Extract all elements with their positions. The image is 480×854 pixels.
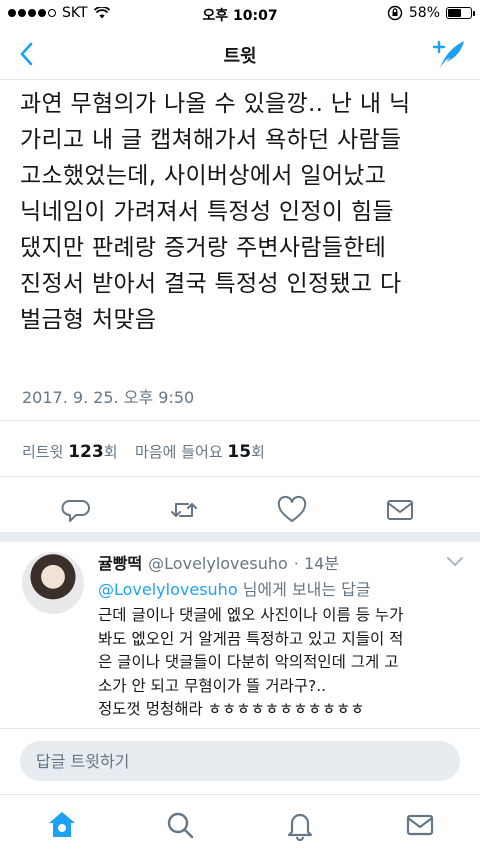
reply-composer [0,728,480,794]
tweet-text: 과연 무혐의가 나올 수 있을깡.. 난 내 닉 가리고 내 글 캡쳐해가서 욕… [20,91,411,333]
reply-time: · 14분 [293,554,340,573]
status-bar: SKT 오후 10:07 58% [0,0,480,28]
messages-icon[interactable] [404,809,436,841]
like-count-link[interactable]: 마음에 들어요 15 회 [135,441,265,462]
chevron-down-icon[interactable] [446,554,464,568]
tweet-actions [0,488,480,532]
retweet-label: 리트윗 [22,443,64,461]
message-icon[interactable] [384,494,416,526]
rotation-lock-icon [387,5,403,21]
like-count: 15 [227,441,252,462]
reply-text: 근데 글이나 댓글에 엢오 사진이나 이름 등 누가 봐도 엢오인 거 알게끔 … [98,606,404,718]
divider [0,420,480,421]
home-icon[interactable] [46,809,78,841]
reply-author-name[interactable]: 귤빵떡 [98,550,142,574]
tab-bar [0,794,480,854]
section-gap [0,532,480,542]
like-unit: 회 [251,443,265,461]
retweet-count: 123 [68,441,104,462]
nav-bar: 트윗 [0,28,480,80]
reply-to-suffix: 님에게 보내는 답글 [237,580,371,599]
reply-input[interactable] [20,741,460,781]
battery-percent: 58% [408,5,440,21]
search-icon[interactable] [164,809,196,841]
notifications-icon[interactable] [284,809,316,841]
retweet-icon[interactable] [168,494,200,526]
compose-tweet-icon[interactable] [432,38,466,70]
reply-author-handle: @Lovelylovesuho [148,554,288,573]
page-title: 트윗 [223,46,257,67]
tweet-stats: 리트윗 123 회 마음에 들어요 15 회 [22,441,265,462]
like-icon[interactable] [276,494,308,526]
divider [0,476,480,477]
reply-to-line: @Lovelylovesuho 님에게 보내는 답글 [98,576,371,600]
avatar[interactable] [22,552,84,614]
battery-icon [446,7,475,19]
reply-tweet[interactable]: 귤빵떡 @Lovelylovesuho · 14분 @Lovelylovesuh… [0,542,480,728]
like-label: 마음에 들어요 [135,443,223,461]
retweet-count-link[interactable]: 리트윗 123 회 [22,441,118,462]
retweet-unit: 회 [103,443,118,461]
reply-icon[interactable] [60,494,92,526]
reply-to-mention[interactable]: @Lovelylovesuho [98,580,238,599]
tweet-timestamp: 2017. 9. 25. 오후 9:50 [22,388,195,407]
